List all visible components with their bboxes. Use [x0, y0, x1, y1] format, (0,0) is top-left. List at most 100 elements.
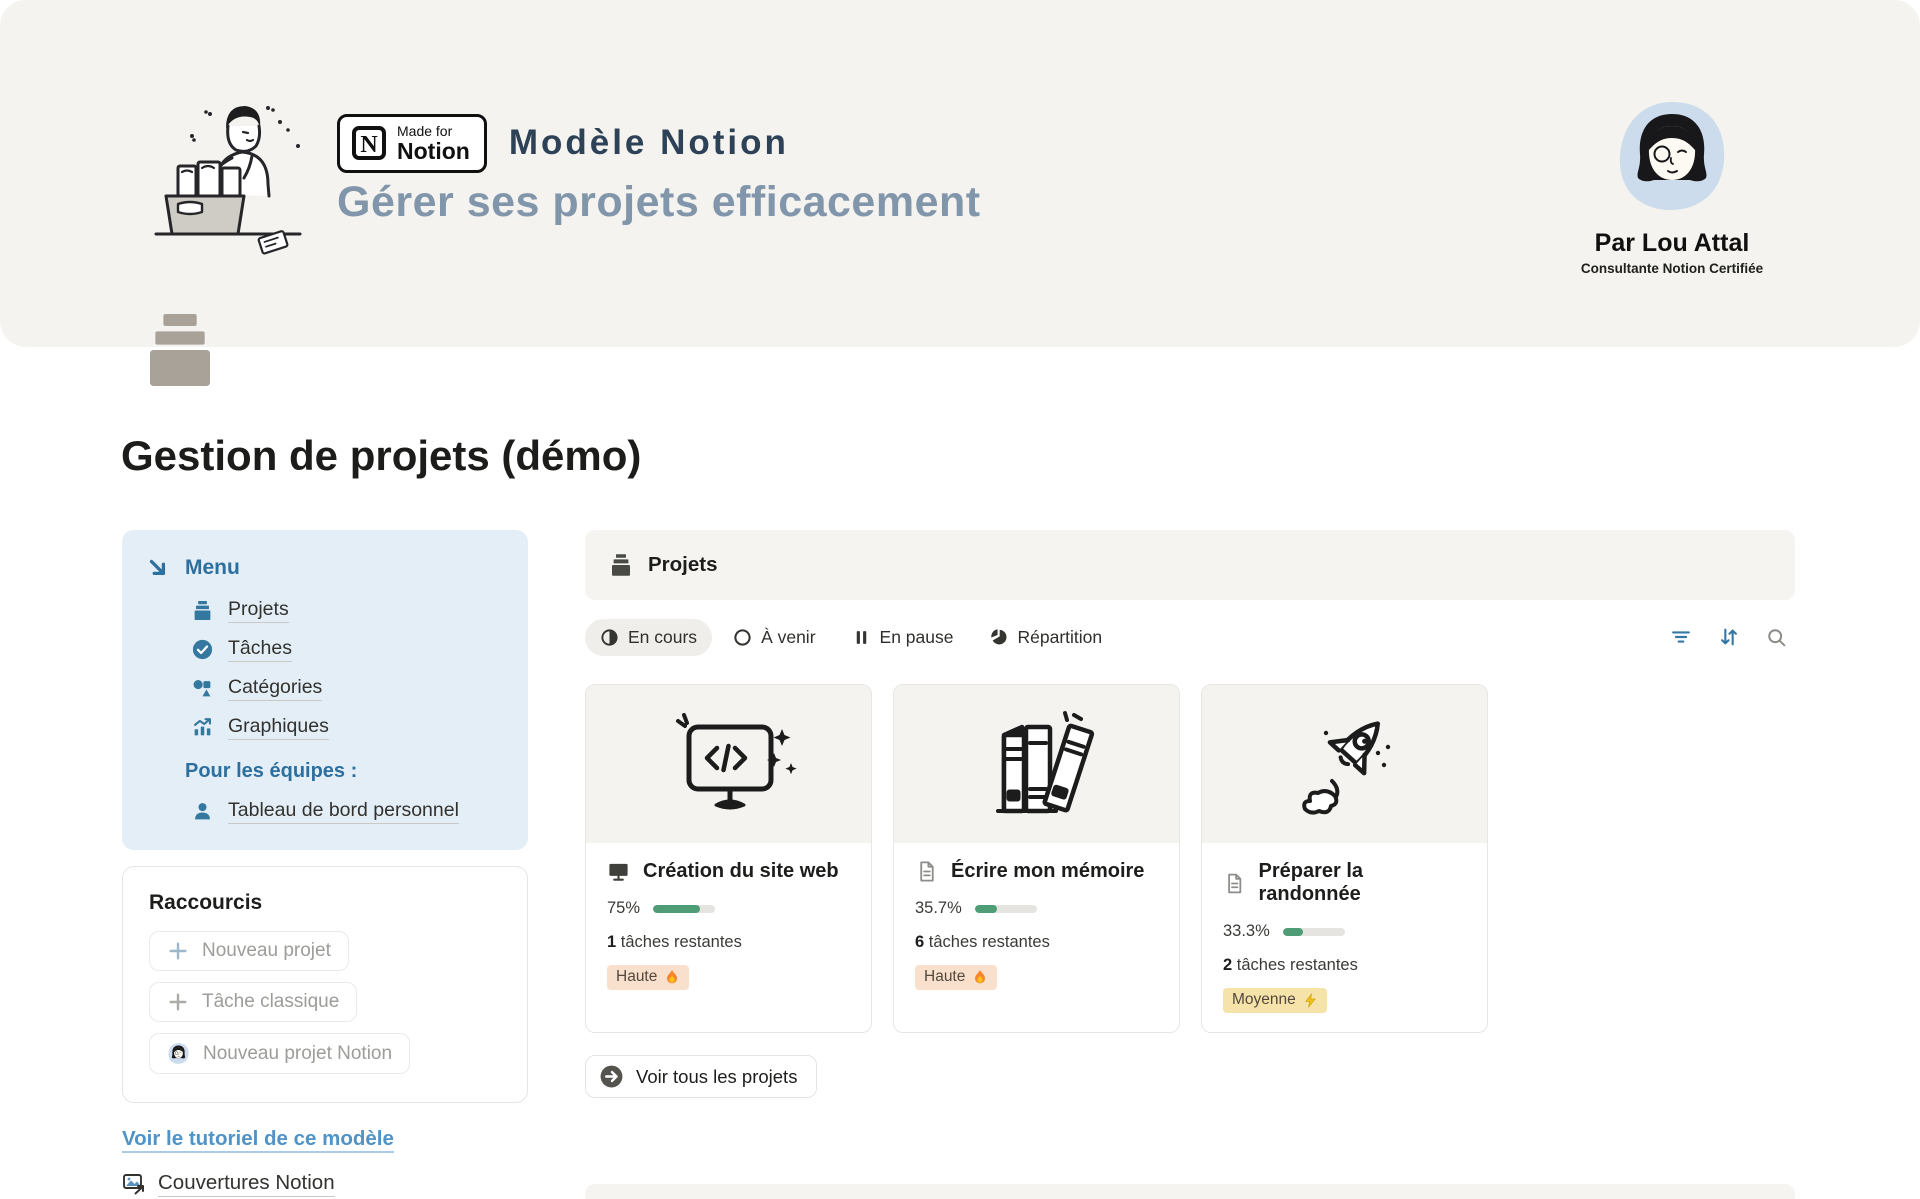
plus-icon [167, 991, 189, 1013]
tab-label: En pause [880, 627, 954, 648]
notion-logo-icon: N [351, 125, 387, 161]
monitor-icon [607, 860, 630, 883]
sidebar-item-tableau-de-bord[interactable]: Tableau de bord personnel [192, 799, 505, 824]
author-role: Consultante Notion Certifiée [1552, 261, 1792, 276]
notion-label: Notion [397, 139, 470, 163]
sidebar-item-label[interactable]: Tâches [228, 637, 292, 662]
new-classic-task-button[interactable]: Tâche classique [149, 982, 357, 1022]
page-title: Gestion de projets (démo) [121, 432, 641, 480]
circle-outline-icon [733, 628, 752, 647]
tasks-remaining: 2 tâches restantes [1223, 956, 1466, 975]
archive-box-icon [192, 600, 213, 621]
tab-a-venir[interactable]: À venir [718, 619, 830, 656]
shortcut-label: Nouveau projet [202, 940, 331, 962]
plus-icon [167, 940, 189, 962]
new-notion-project-button[interactable]: Nouveau projet Notion [149, 1033, 410, 1074]
sidebar-item-graphiques[interactable]: Graphiques [192, 715, 505, 740]
shortcut-label: Tâche classique [202, 991, 339, 1013]
sidebar: Menu Projets Tâches Catégories [122, 530, 528, 1197]
progress-bar [975, 905, 1037, 913]
projects-section-header: Projets [585, 530, 1795, 600]
priority-badge: Haute [607, 965, 689, 990]
tasks-section-header: Tâches [585, 1184, 1795, 1199]
pause-icon [852, 628, 871, 647]
lou-attal-avatar [1612, 96, 1732, 216]
person-icon [192, 801, 213, 822]
archive-box-icon [609, 553, 633, 577]
filter-icon[interactable] [1670, 626, 1692, 648]
tab-en-cours[interactable]: En cours [585, 619, 712, 656]
progress-row: 75% [607, 899, 850, 918]
sidebar-item-label[interactable]: Graphiques [228, 715, 329, 740]
sidebar-item-label[interactable]: Catégories [228, 676, 322, 701]
progress-percent: 35.7% [915, 899, 962, 918]
document-icon [915, 860, 938, 883]
arrow-down-right-icon [145, 555, 171, 581]
project-card-title[interactable]: Création du site web [643, 860, 839, 883]
projects-view-tabs: En cours À venir En pause [585, 616, 1795, 658]
project-card-cover [894, 685, 1179, 843]
search-icon[interactable] [1766, 627, 1787, 648]
made-for-notion-badge: N Made for Notion [337, 114, 487, 173]
shortcut-label: Nouveau projet Notion [203, 1043, 392, 1065]
notion-page: N Made for Notion Modèle Notion Gérer se… [0, 0, 1920, 1199]
covers-link-row[interactable]: Couvertures Notion [122, 1171, 528, 1197]
tab-label: En cours [628, 627, 697, 648]
progress-percent: 33.3% [1223, 922, 1270, 941]
project-card-title[interactable]: Préparer la randonnée [1258, 860, 1466, 906]
check-circle-icon [192, 639, 213, 660]
progress-row: 33.3% [1223, 922, 1466, 941]
project-card-creation-site-web[interactable]: Création du site web 75% 1 tâches restan… [585, 684, 872, 1033]
new-project-button[interactable]: Nouveau projet [149, 931, 349, 971]
made-for-label: Made for [397, 124, 470, 139]
sidebar-item-taches[interactable]: Tâches [192, 637, 505, 662]
priority-badge: Haute [915, 965, 997, 990]
page-archive-box-icon[interactable] [140, 310, 220, 390]
project-card-ecrire-memoire[interactable]: Écrire mon mémoire 35.7% 6 tâches restan… [893, 684, 1180, 1033]
sidebar-item-projets[interactable]: Projets [192, 598, 505, 623]
progress-percent: 75% [607, 899, 640, 918]
view-toolbar [1670, 626, 1787, 648]
project-cards: Création du site web 75% 1 tâches restan… [585, 684, 1795, 1033]
main-content: Projets En cours À venir [585, 530, 1795, 1199]
tutorial-link[interactable]: Voir le tutoriel de ce modèle [122, 1127, 394, 1153]
pie-chart-icon [989, 628, 1008, 647]
project-card-cover [586, 685, 871, 843]
progress-bar [653, 905, 715, 913]
project-card-preparer-randonnee[interactable]: Préparer la randonnée 33.3% 2 tâches res… [1201, 684, 1488, 1033]
flame-icon [972, 969, 988, 985]
notion-logo-letter: N [360, 132, 378, 158]
tutorial-link-row: Voir le tutoriel de ce modèle [122, 1127, 528, 1151]
flame-icon [664, 969, 680, 985]
banner-title: Modèle Notion [509, 123, 789, 163]
progress-bar [1283, 928, 1345, 936]
project-card-title[interactable]: Écrire mon mémoire [951, 860, 1144, 883]
tasks-remaining: 6 tâches restantes [915, 933, 1158, 952]
project-card-cover [1202, 685, 1487, 843]
page-cover-banner: N Made for Notion Modèle Notion Gérer se… [0, 0, 1920, 347]
books-illustration [962, 705, 1112, 823]
view-all-projects-label: Voir tous les projets [636, 1066, 797, 1088]
tab-en-pause[interactable]: En pause [837, 619, 969, 656]
view-all-projects-button[interactable]: Voir tous les projets [585, 1055, 817, 1098]
sort-icon[interactable] [1718, 626, 1740, 648]
person-searching-file-box-illustration [148, 92, 318, 257]
covers-link[interactable]: Couvertures Notion [158, 1171, 335, 1197]
menu-header: Menu [145, 555, 505, 581]
sidebar-item-categories[interactable]: Catégories [192, 676, 505, 701]
bar-chart-icon [192, 717, 213, 738]
menu-callout: Menu Projets Tâches Catégories [122, 530, 528, 850]
progress-row: 35.7% [915, 899, 1158, 918]
tab-label: Répartition [1017, 627, 1102, 648]
lightning-icon [1303, 993, 1318, 1008]
shortcuts-panel: Raccourcis Nouveau projet Tâche classiqu… [122, 866, 528, 1103]
tab-repartition[interactable]: Répartition [974, 619, 1117, 656]
shortcuts-title: Raccourcis [149, 891, 501, 915]
tasks-remaining: 1 tâches restantes [607, 933, 850, 952]
sidebar-item-label[interactable]: Tableau de bord personnel [228, 799, 459, 824]
rocket-illustration [1270, 705, 1420, 823]
image-arrow-icon [122, 1172, 146, 1196]
author-block: Par Lou Attal Consultante Notion Certifi… [1552, 96, 1792, 276]
sidebar-item-label[interactable]: Projets [228, 598, 289, 623]
menu-title: Menu [185, 556, 240, 580]
